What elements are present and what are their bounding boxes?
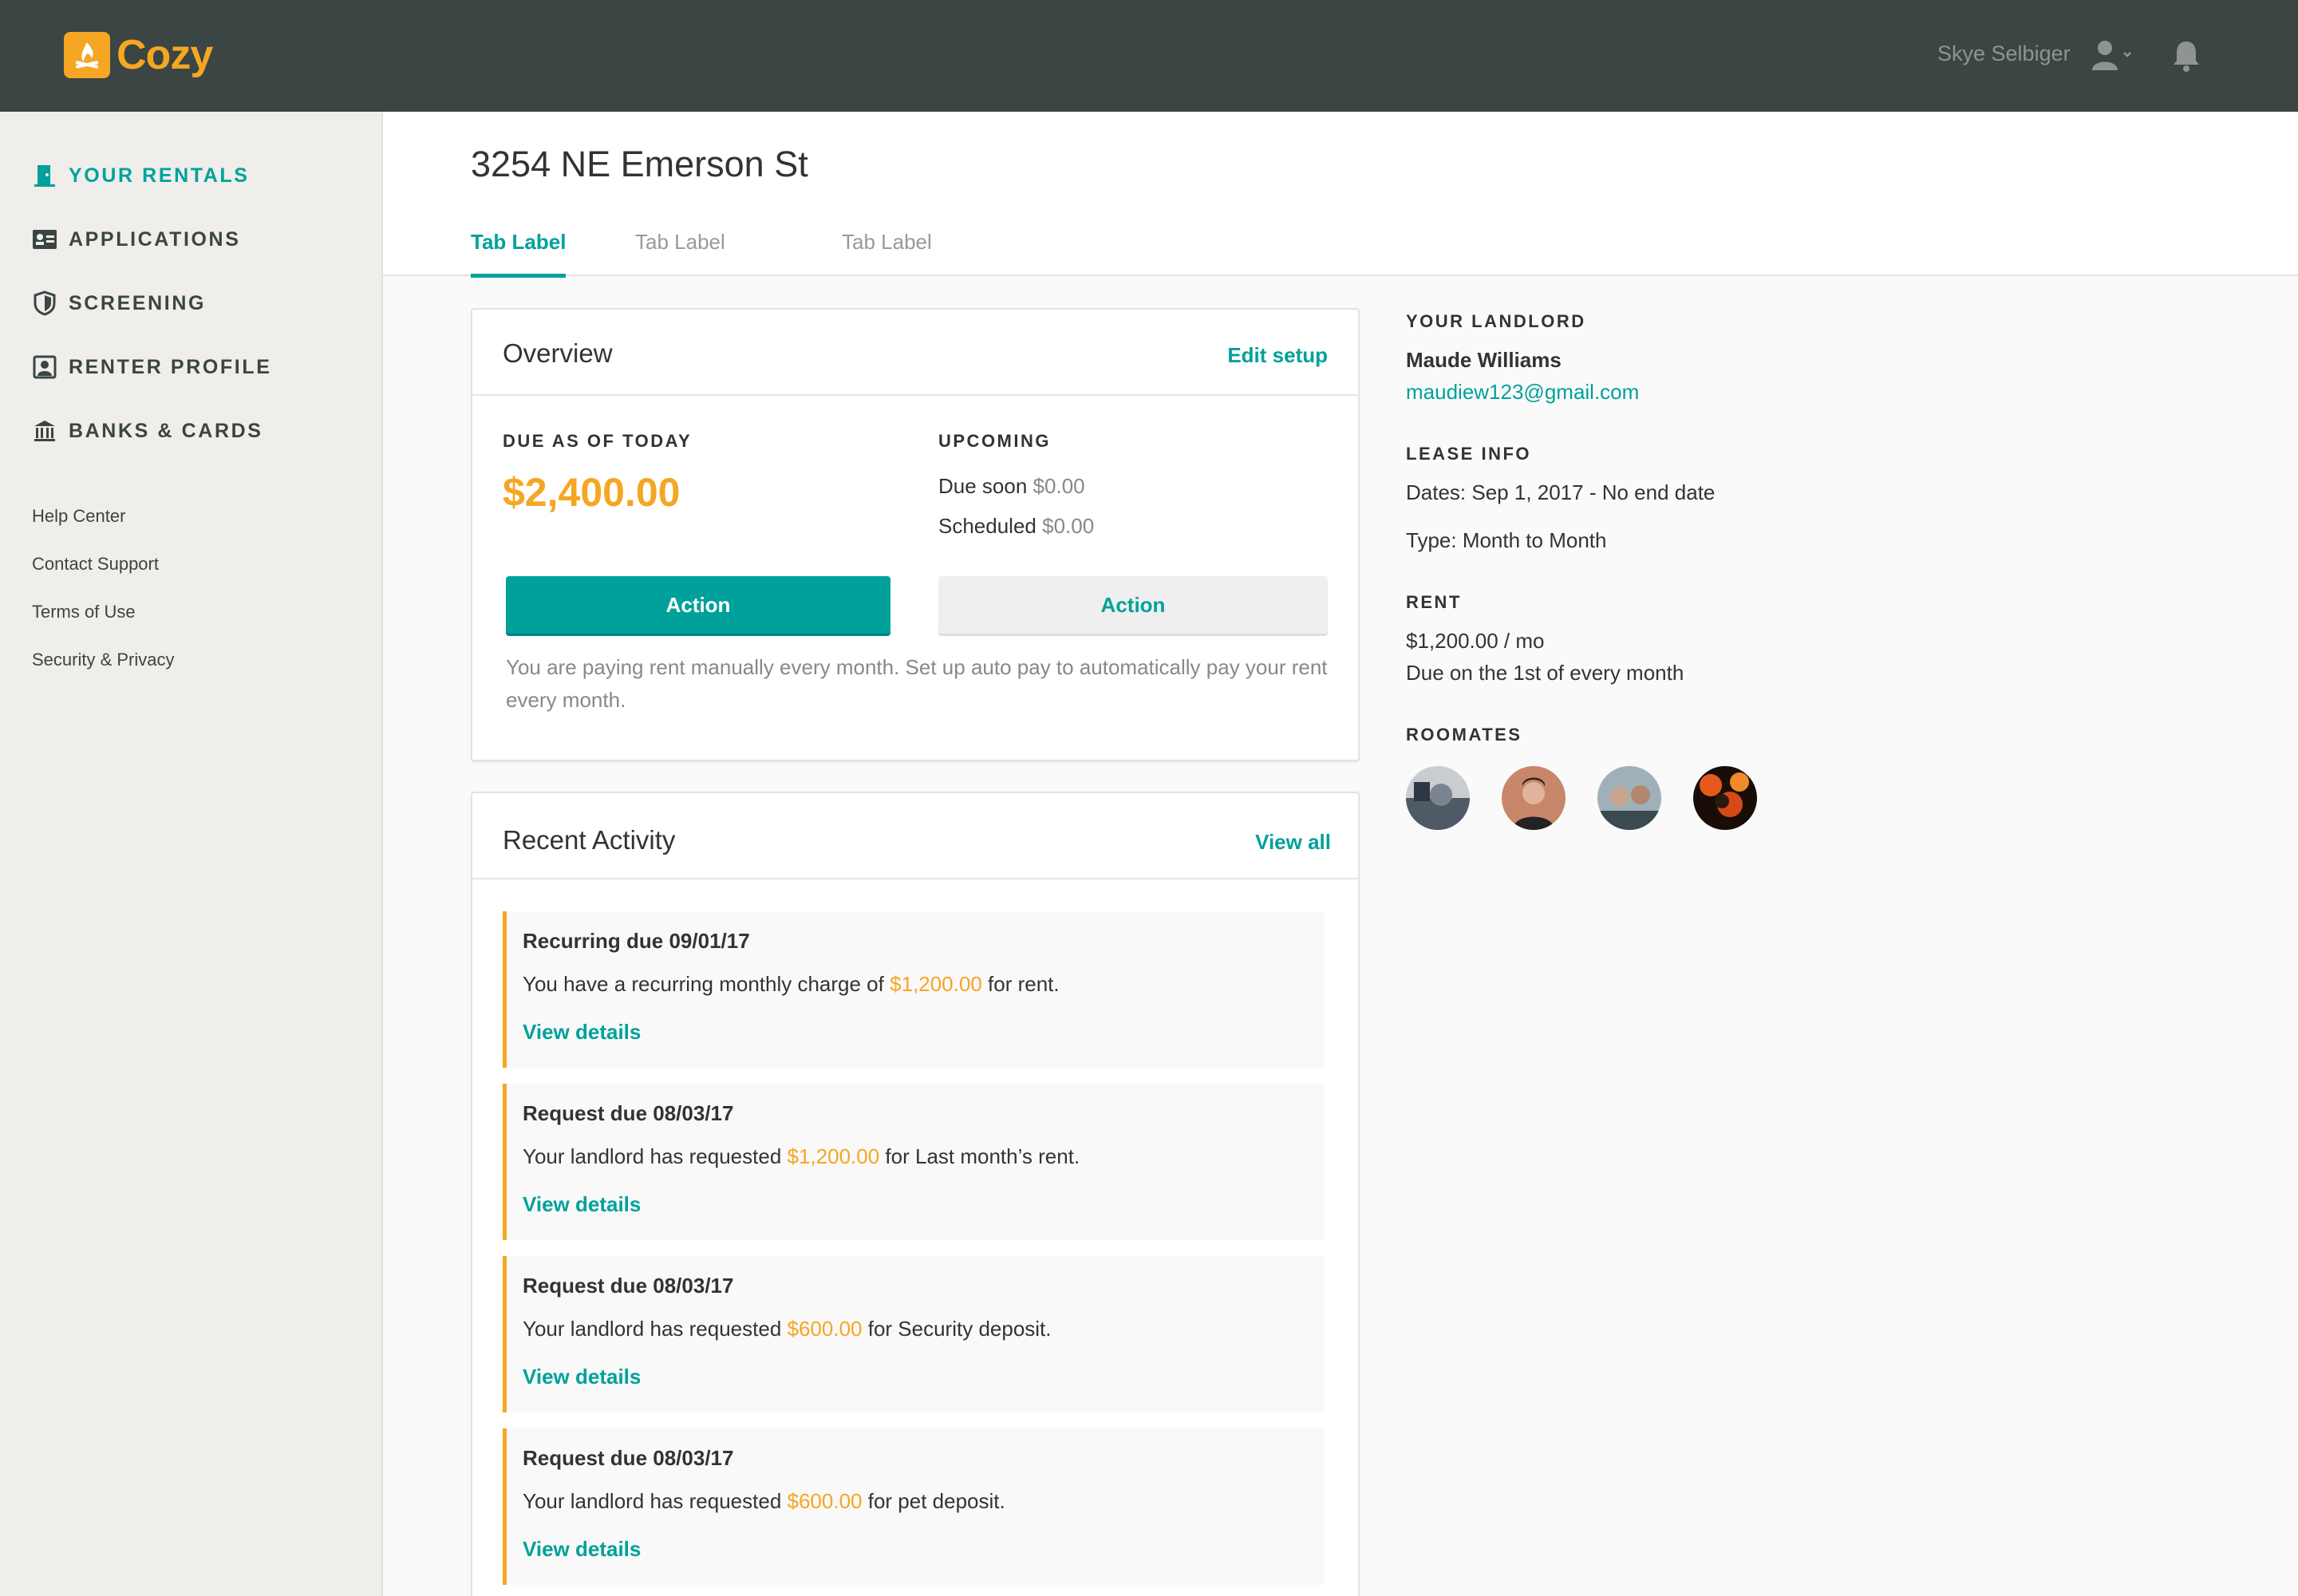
overview-title: Overview	[503, 338, 613, 368]
shield-icon	[32, 290, 57, 316]
card-divider	[472, 394, 1358, 396]
sidebar-item-label: BANKS & CARDS	[69, 419, 263, 442]
activity-amount: $600.00	[787, 1489, 863, 1513]
view-details-link[interactable]: View details	[523, 1192, 641, 1217]
lease-dates: Dates: Sep 1, 2017 - No end date	[1406, 480, 1716, 504]
activity-title: Request due 08/03/17	[523, 1446, 734, 1470]
scheduled-line: Scheduled $0.00	[938, 514, 1094, 539]
primary-action-button[interactable]: Action	[506, 576, 890, 634]
roommate-avatar[interactable]	[1693, 766, 1757, 830]
activity-item: Request due 08/03/17 Your landlord has r…	[503, 1084, 1325, 1240]
autopay-note: You are paying rent manually every month…	[506, 655, 1328, 712]
roommates-label: ROOMATES	[1406, 725, 1522, 745]
roommate-avatar[interactable]	[1502, 766, 1566, 830]
due-label: DUE AS OF TODAY	[503, 431, 693, 451]
activity-text-post: for Security deposit.	[867, 1317, 1052, 1341]
edit-setup-link[interactable]: Edit setup	[1227, 343, 1328, 368]
activity-text-pre: Your landlord has requested	[523, 1317, 782, 1341]
lease-type: Type: Month to Month	[1406, 528, 1607, 552]
activity-text-pre: Your landlord has requested	[523, 1144, 782, 1168]
rent-due: Due on the 1st of every month	[1406, 661, 1684, 685]
view-details-link[interactable]: View details	[523, 1537, 641, 1562]
sidebar-item-banks-cards[interactable]: BANKS & CARDS	[32, 415, 263, 447]
activity-item: Recurring due 09/01/17 You have a recurr…	[503, 911, 1325, 1068]
due-soon-line: Due soon $0.00	[938, 474, 1085, 499]
sidebar-item-label: YOUR RENTALS	[69, 164, 250, 187]
activity-text-post: for rent.	[988, 972, 1060, 996]
terms-of-use-link[interactable]: Terms of Use	[32, 602, 136, 622]
view-all-link[interactable]: View all	[1255, 830, 1331, 855]
view-details-link[interactable]: View details	[523, 1365, 641, 1389]
sidebar-item-label: APPLICATIONS	[69, 227, 241, 251]
sidebar: YOUR RENTALS APPLICATIONS SCREENING RENT…	[0, 112, 383, 1596]
sidebar-item-renter-profile[interactable]: RENTER PROFILE	[32, 351, 271, 383]
sidebar-item-label: SCREENING	[69, 291, 207, 314]
tab-1[interactable]: Tab Label	[471, 230, 567, 278]
activity-amount: $600.00	[787, 1317, 863, 1341]
card-divider	[472, 878, 1358, 879]
lease-info-label: LEASE INFO	[1406, 444, 1532, 464]
bank-icon	[32, 418, 57, 444]
id-card-icon	[32, 227, 57, 252]
activity-title: Request due 08/03/17	[523, 1274, 734, 1298]
tab-3[interactable]: Tab Label	[842, 230, 932, 276]
sidebar-item-applications[interactable]: APPLICATIONS	[32, 223, 240, 255]
recent-activity-card: Recent Activity View all Recurring due 0…	[471, 792, 1360, 1596]
activity-text-post: for pet deposit.	[867, 1489, 1005, 1513]
top-bar: Cozy Skye Selbiger	[0, 0, 2298, 112]
landlord-name: Maude Williams	[1406, 348, 1562, 372]
activity-text: Your landlord has requested $600.00 for …	[523, 1489, 1005, 1514]
user-icon[interactable]	[2091, 38, 2135, 77]
user-name[interactable]: Skye Selbiger	[1937, 41, 2071, 66]
activity-text: Your landlord has requested $1,200.00 fo…	[523, 1144, 1080, 1169]
secondary-action-button[interactable]: Action	[938, 576, 1328, 634]
campfire-icon	[64, 32, 110, 78]
page-header: 3254 NE Emerson St Tab Label Tab Label T…	[383, 112, 2298, 278]
due-soon-value: $0.00	[1033, 474, 1085, 498]
activity-item: Request due 08/03/17 Your landlord has r…	[503, 1428, 1325, 1585]
cozy-logo[interactable]: Cozy	[64, 30, 213, 80]
roommate-avatar[interactable]	[1597, 766, 1661, 830]
activity-title: Recurring due 09/01/17	[523, 929, 750, 953]
due-amount: $2,400.00	[503, 470, 681, 515]
help-center-link[interactable]: Help Center	[32, 506, 125, 527]
activity-text: You have a recurring monthly charge of $…	[523, 972, 1060, 997]
contact-support-link[interactable]: Contact Support	[32, 554, 159, 575]
view-details-link[interactable]: View details	[523, 1020, 641, 1045]
profile-icon	[32, 354, 57, 380]
page-title: 3254 NE Emerson St	[471, 144, 808, 184]
upcoming-label: UPCOMING	[938, 431, 1051, 451]
tab-2[interactable]: Tab Label	[635, 230, 725, 276]
sidebar-item-your-rentals[interactable]: YOUR RENTALS	[32, 160, 250, 192]
rent-label: RENT	[1406, 592, 1462, 612]
landlord-email-link[interactable]: maudiew123@gmail.com	[1406, 380, 1639, 405]
activity-text-post: for Last month’s rent.	[885, 1144, 1080, 1168]
landlord-label: YOUR LANDLORD	[1406, 311, 1586, 331]
activity-item: Request due 08/03/17 Your landlord has r…	[503, 1256, 1325, 1412]
recent-activity-title: Recent Activity	[503, 825, 676, 855]
activity-text-pre: Your landlord has requested	[523, 1489, 782, 1513]
scheduled-value: $0.00	[1042, 514, 1095, 538]
scheduled-label: Scheduled	[938, 514, 1036, 538]
activity-amount: $1,200.00	[787, 1144, 880, 1168]
brand-name: Cozy	[116, 32, 213, 78]
activity-title: Request due 08/03/17	[523, 1101, 734, 1125]
bell-icon[interactable]	[2170, 38, 2202, 77]
overview-card: Overview Edit setup DUE AS OF TODAY $2,4…	[471, 308, 1360, 761]
activity-amount: $1,200.00	[890, 972, 982, 996]
roommate-avatar[interactable]	[1406, 766, 1470, 830]
rent-amount: $1,200.00 / mo	[1406, 629, 1545, 653]
activity-text: Your landlord has requested $600.00 for …	[523, 1317, 1052, 1341]
activity-text-pre: You have a recurring monthly charge of	[523, 972, 884, 996]
sidebar-item-screening[interactable]: SCREENING	[32, 287, 206, 319]
due-soon-label: Due soon	[938, 474, 1028, 498]
door-icon	[32, 163, 57, 188]
sidebar-item-label: RENTER PROFILE	[69, 355, 272, 378]
security-privacy-link[interactable]: Security & Privacy	[32, 650, 175, 670]
